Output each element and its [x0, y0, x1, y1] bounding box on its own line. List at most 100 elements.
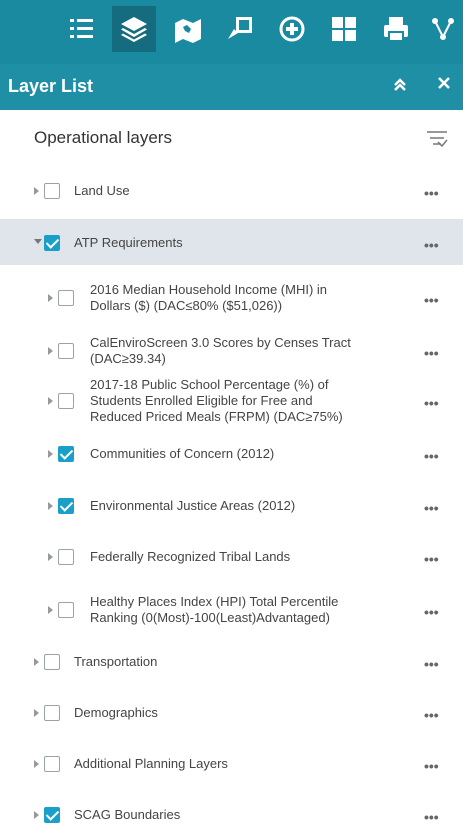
layer-label-line: Ranking (0(Most)-100(Least)Advantaged): [90, 610, 330, 625]
layer-label-line: Demographics: [74, 705, 158, 720]
filter-icon: [427, 131, 448, 148]
expand-caret-right-icon[interactable]: [34, 760, 39, 768]
layer-row[interactable]: Healthy Places Index (HPI) Total Percent…: [0, 588, 463, 640]
layer-visibility-checkbox[interactable]: [58, 549, 74, 565]
layer-row[interactable]: Federally Recognized Tribal Lands •••: [0, 536, 463, 582]
layer-label-line: Reduced Priced Meals (FRPM) (DAC≥75%): [90, 409, 343, 424]
share-tool-button[interactable]: [424, 6, 463, 52]
layer-row[interactable]: 2016 Median Household Income (MHI) in Dol…: [0, 270, 463, 328]
expand-caret-right-icon[interactable]: [48, 347, 53, 355]
print-icon: [384, 17, 408, 42]
layer-label: 2017-18 Public School Percentage (%) of S…: [90, 377, 405, 425]
layer-row[interactable]: Environmental Justice Areas (2012) •••: [0, 485, 463, 531]
draw-tool-button[interactable]: [218, 6, 262, 52]
expand-caret-right-icon[interactable]: [48, 502, 53, 510]
layer-visibility-checkbox[interactable]: [44, 756, 60, 772]
layer-options-button[interactable]: •••: [424, 448, 439, 464]
layer-row[interactable]: SCAG Boundaries •••: [0, 793, 463, 827]
widget-toolbar: [0, 0, 463, 64]
expand-caret-right-icon[interactable]: [48, 397, 53, 405]
layer-label: Healthy Places Index (HPI) Total Percent…: [90, 594, 405, 626]
layer-label: Demographics: [74, 705, 404, 721]
expand-caret-right-icon[interactable]: [48, 606, 53, 614]
expand-caret-right-icon[interactable]: [34, 811, 39, 819]
layer-label-line: Transportation: [74, 654, 158, 669]
layer-label: Transportation: [74, 654, 404, 670]
layer-row[interactable]: Land Use •••: [0, 168, 463, 214]
layer-label-line: Students Enrolled Eligible for Free and: [90, 393, 313, 408]
layer-visibility-checkbox[interactable]: [58, 290, 74, 306]
layer-label: Additional Planning Layers: [74, 756, 404, 772]
layer-options-button[interactable]: •••: [424, 292, 439, 308]
layer-visibility-checkbox[interactable]: [44, 183, 60, 199]
print-tool-button[interactable]: [374, 6, 418, 52]
layer-label-line: Healthy Places Index (HPI) Total Percent…: [90, 594, 339, 609]
layer-row[interactable]: 2017-18 Public School Percentage (%) of S…: [0, 376, 463, 432]
layer-label: Land Use: [74, 183, 404, 199]
layer-label: CalEnviroScreen 3.0 Scores by Censes Tra…: [90, 335, 405, 367]
expand-caret-down-icon[interactable]: [34, 239, 42, 244]
layer-options-button[interactable]: •••: [424, 345, 439, 361]
layer-visibility-checkbox[interactable]: [58, 393, 74, 409]
layer-visibility-checkbox[interactable]: [58, 446, 74, 462]
layer-visibility-checkbox[interactable]: [44, 807, 60, 823]
layer-options-button[interactable]: •••: [424, 185, 439, 201]
layer-label: Environmental Justice Areas (2012): [90, 498, 405, 514]
share-icon: [431, 18, 454, 40]
layer-row[interactable]: ATP Requirements •••: [0, 219, 463, 265]
layer-visibility-checkbox[interactable]: [58, 498, 74, 514]
layer-label-line: Land Use: [74, 183, 130, 198]
grid-icon: [332, 17, 356, 41]
grid-tool-button[interactable]: [322, 6, 366, 52]
layer-label-line: Dollars ($) (DAC≤80% ($51,026)): [90, 298, 283, 313]
layer-visibility-checkbox[interactable]: [44, 705, 60, 721]
measure-tool-button[interactable]: [270, 6, 314, 52]
collapse-panel-button[interactable]: [392, 76, 408, 97]
layer-options-button[interactable]: •••: [424, 551, 439, 567]
layer-options-button[interactable]: •••: [424, 758, 439, 774]
layer-options-button[interactable]: •••: [424, 500, 439, 516]
layer-label: ATP Requirements: [74, 235, 404, 251]
expand-caret-right-icon[interactable]: [34, 187, 39, 195]
layer-label-line: Environmental Justice Areas (2012): [90, 498, 296, 513]
layer-row[interactable]: Additional Planning Layers •••: [0, 742, 463, 788]
layer-label: 2016 Median Household Income (MHI) in Dol…: [90, 282, 405, 314]
layer-list-tool-button[interactable]: [112, 6, 156, 52]
layer-row[interactable]: Demographics •••: [0, 690, 463, 736]
expand-caret-right-icon[interactable]: [48, 553, 53, 561]
filter-button[interactable]: [426, 128, 448, 153]
expand-caret-right-icon[interactable]: [48, 294, 53, 302]
measure-icon: [279, 16, 305, 42]
layer-label-line: CalEnviroScreen 3.0 Scores by Censes Tra…: [90, 335, 351, 350]
expand-caret-right-icon[interactable]: [34, 709, 39, 717]
close-panel-button[interactable]: [437, 76, 451, 95]
layer-options-button[interactable]: •••: [424, 809, 439, 825]
layer-row[interactable]: Transportation •••: [0, 640, 463, 686]
section-title: Operational layers: [34, 128, 172, 147]
layer-visibility-checkbox[interactable]: [58, 602, 74, 618]
map-book-tool-button[interactable]: [166, 6, 210, 52]
layer-visibility-checkbox[interactable]: [58, 343, 74, 359]
layer-label-line: Communities of Concern (2012): [90, 446, 275, 461]
layer-label-line: 2017-18 Public School Percentage (%) of: [90, 377, 329, 392]
layer-visibility-checkbox[interactable]: [44, 235, 60, 251]
layer-label-line: ATP Requirements: [74, 235, 183, 250]
expand-caret-right-icon[interactable]: [48, 450, 53, 458]
layer-label-line: 2016 Median Household Income (MHI) in: [90, 282, 328, 297]
layer-label-line: (DAC≥39.34): [90, 351, 166, 366]
layer-label-line: Additional Planning Layers: [74, 756, 228, 771]
layer-options-button[interactable]: •••: [424, 604, 439, 620]
close-icon: [438, 77, 450, 89]
map-book-icon: [175, 19, 201, 43]
layer-row[interactable]: CalEnviroScreen 3.0 Scores by Censes Tra…: [0, 328, 463, 376]
layer-options-button[interactable]: •••: [424, 656, 439, 672]
layer-options-button[interactable]: •••: [424, 237, 439, 253]
list-tool-button[interactable]: [60, 6, 104, 52]
expand-caret-right-icon[interactable]: [34, 658, 39, 666]
layer-visibility-checkbox[interactable]: [44, 654, 60, 670]
layer-options-button[interactable]: •••: [424, 707, 439, 723]
panel-header: Layer List: [0, 64, 463, 110]
layer-label: Communities of Concern (2012): [90, 446, 405, 462]
layer-row[interactable]: Communities of Concern (2012) •••: [0, 432, 463, 478]
layer-options-button[interactable]: •••: [424, 395, 439, 411]
